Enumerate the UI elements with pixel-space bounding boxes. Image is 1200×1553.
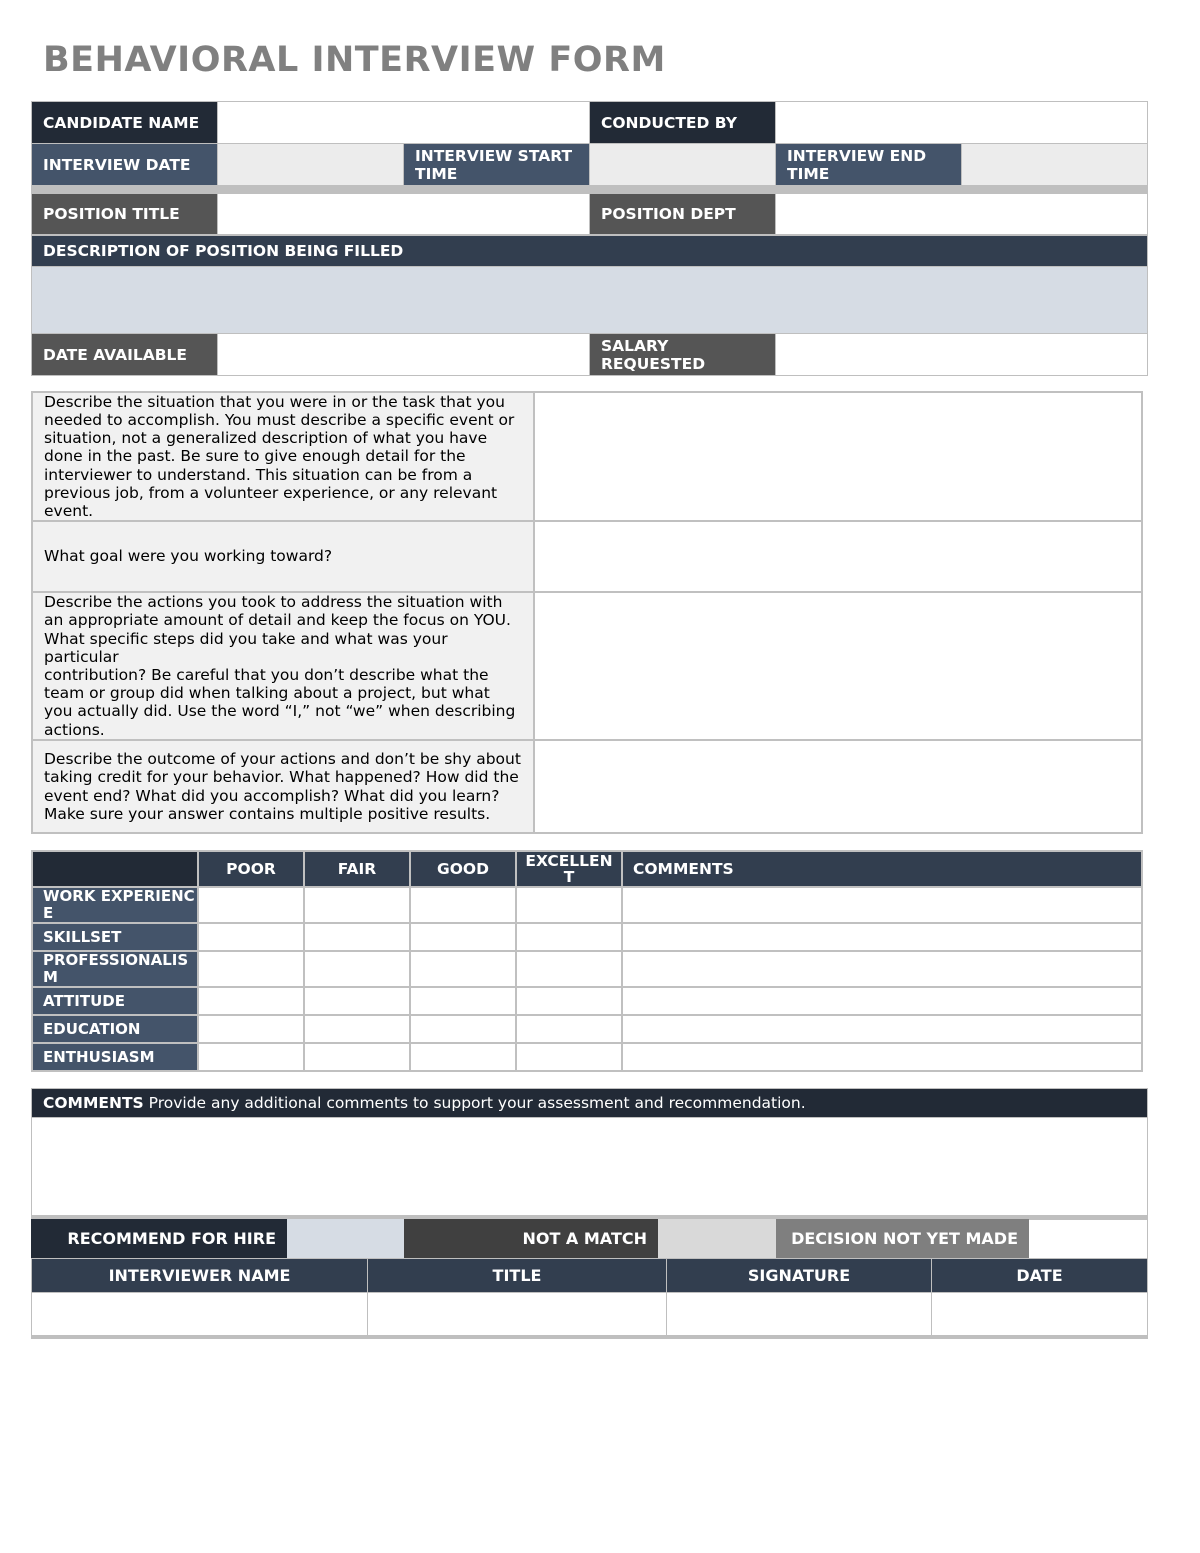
rating-cell-good[interactable] xyxy=(409,1042,517,1072)
interview-date-label: INTERVIEW DATE xyxy=(31,143,218,186)
question-text: Describe the actions you took to address… xyxy=(44,593,516,739)
recommend-for-hire-label: RECOMMEND FOR HIRE xyxy=(31,1219,287,1258)
rating-cell-fair[interactable] xyxy=(303,1042,411,1072)
rating-corner-cell xyxy=(31,850,199,888)
rating-cell-excellent[interactable] xyxy=(515,986,623,1016)
recommend-for-hire-checkbox[interactable] xyxy=(287,1219,404,1258)
date-available-label: DATE AVAILABLE xyxy=(31,333,218,376)
rating-cell-fair[interactable] xyxy=(303,922,411,952)
conducted-by-label: CONDUCTED BY xyxy=(589,101,776,144)
section-divider xyxy=(31,1335,1148,1339)
rating-col-good: GOOD xyxy=(409,850,517,888)
comments-header: COMMENTS Provide any additional comments… xyxy=(31,1088,1148,1118)
signoff-col-date: DATE xyxy=(931,1258,1148,1293)
rating-col-poor: POOR xyxy=(197,850,305,888)
section-divider xyxy=(31,186,1148,193)
rating-cell-excellent[interactable] xyxy=(515,922,623,952)
comments-field[interactable] xyxy=(31,1117,1148,1217)
interview-date-field[interactable] xyxy=(217,143,404,186)
question-situation: Describe the situation that you were in … xyxy=(31,391,535,522)
interview-end-time-label: INTERVIEW END TIME xyxy=(775,143,962,186)
rating-cell-fair[interactable] xyxy=(303,886,411,924)
question-outcome: Describe the outcome of your actions and… xyxy=(31,739,535,834)
interview-start-time-label: INTERVIEW START TIME xyxy=(403,143,590,186)
rating-cell-poor[interactable] xyxy=(197,986,305,1016)
comments-hint: Provide any additional comments to suppo… xyxy=(148,1094,806,1112)
rating-cell-good[interactable] xyxy=(409,922,517,952)
rating-cell-poor[interactable] xyxy=(197,922,305,952)
rating-cell-excellent[interactable] xyxy=(515,1014,623,1044)
salary-requested-label: SALARY REQUESTED xyxy=(589,333,776,376)
rating-cell-fair[interactable] xyxy=(303,950,411,988)
salary-requested-field[interactable] xyxy=(775,333,1148,376)
question-actions: Describe the actions you took to address… xyxy=(31,591,535,741)
answer-outcome-field[interactable] xyxy=(533,739,1143,834)
rating-row-label: ATTITUDE xyxy=(31,986,199,1016)
position-dept-field[interactable] xyxy=(775,193,1148,235)
date-available-field[interactable] xyxy=(217,333,590,376)
candidate-name-label: CANDIDATE NAME xyxy=(31,101,218,144)
interviewer-title-field[interactable] xyxy=(367,1292,667,1336)
rating-cell-excellent[interactable] xyxy=(515,886,623,924)
signature-field[interactable] xyxy=(666,1292,932,1336)
answer-goal-field[interactable] xyxy=(533,520,1143,593)
description-header: DESCRIPTION OF POSITION BEING FILLED xyxy=(31,235,1148,267)
not-a-match-label: NOT A MATCH xyxy=(404,1219,658,1258)
rating-cell-good[interactable] xyxy=(409,886,517,924)
rating-cell-poor[interactable] xyxy=(197,886,305,924)
rating-cell-poor[interactable] xyxy=(197,950,305,988)
interview-start-time-field[interactable] xyxy=(589,143,776,186)
decision-not-yet-made-label: DECISION NOT YET MADE xyxy=(776,1219,1029,1258)
rating-col-excellent: EXCELLENT xyxy=(515,850,623,888)
position-dept-label: POSITION DEPT xyxy=(589,193,776,235)
question-text: Describe the outcome of your actions and… xyxy=(44,750,521,823)
signoff-col-signature: SIGNATURE xyxy=(666,1258,932,1293)
rating-comment-field[interactable] xyxy=(621,1014,1143,1044)
rating-cell-good[interactable] xyxy=(409,986,517,1016)
rating-cell-fair[interactable] xyxy=(303,1014,411,1044)
description-field[interactable] xyxy=(31,266,1148,334)
question-text: Describe the situation that you were in … xyxy=(44,392,515,521)
rating-comment-field[interactable] xyxy=(621,922,1143,952)
signoff-col-interviewer-name: INTERVIEWER NAME xyxy=(31,1258,368,1293)
question-text: What goal were you working toward? xyxy=(44,547,333,566)
conducted-by-field[interactable] xyxy=(775,101,1148,144)
rating-col-comments: COMMENTS xyxy=(621,850,1143,888)
rating-comment-field[interactable] xyxy=(621,886,1143,924)
answer-situation-field[interactable] xyxy=(533,391,1143,522)
candidate-name-field[interactable] xyxy=(217,101,590,144)
rating-row-label: EDUCATION xyxy=(31,1014,199,1044)
decision-not-yet-made-checkbox[interactable] xyxy=(1029,1219,1148,1258)
rating-cell-good[interactable] xyxy=(409,950,517,988)
rating-col-fair: FAIR xyxy=(303,850,411,888)
not-a-match-checkbox[interactable] xyxy=(658,1219,776,1258)
rating-cell-fair[interactable] xyxy=(303,986,411,1016)
rating-comment-field[interactable] xyxy=(621,950,1143,988)
position-title-field[interactable] xyxy=(217,193,590,235)
signoff-col-title: TITLE xyxy=(367,1258,667,1293)
position-title-label: POSITION TITLE xyxy=(31,193,218,235)
rating-row-label: ENTHUSIASM xyxy=(31,1042,199,1072)
page-title: BEHAVIORAL INTERVIEW FORM xyxy=(43,40,666,80)
rating-row-label: PROFESSIONALISM xyxy=(31,950,199,988)
interviewer-name-field[interactable] xyxy=(31,1292,368,1336)
rating-cell-excellent[interactable] xyxy=(515,1042,623,1072)
rating-cell-excellent[interactable] xyxy=(515,950,623,988)
rating-row-label: SKILLSET xyxy=(31,922,199,952)
rating-comment-field[interactable] xyxy=(621,986,1143,1016)
question-goal: What goal were you working toward? xyxy=(31,520,535,593)
rating-row-label: WORK EXPERIENCE xyxy=(31,886,199,924)
signoff-date-field[interactable] xyxy=(931,1292,1148,1336)
rating-cell-poor[interactable] xyxy=(197,1014,305,1044)
rating-comment-field[interactable] xyxy=(621,1042,1143,1072)
interview-end-time-field[interactable] xyxy=(961,143,1148,186)
rating-cell-good[interactable] xyxy=(409,1014,517,1044)
answer-actions-field[interactable] xyxy=(533,591,1143,741)
rating-cell-poor[interactable] xyxy=(197,1042,305,1072)
comments-label: COMMENTS xyxy=(43,1094,144,1112)
